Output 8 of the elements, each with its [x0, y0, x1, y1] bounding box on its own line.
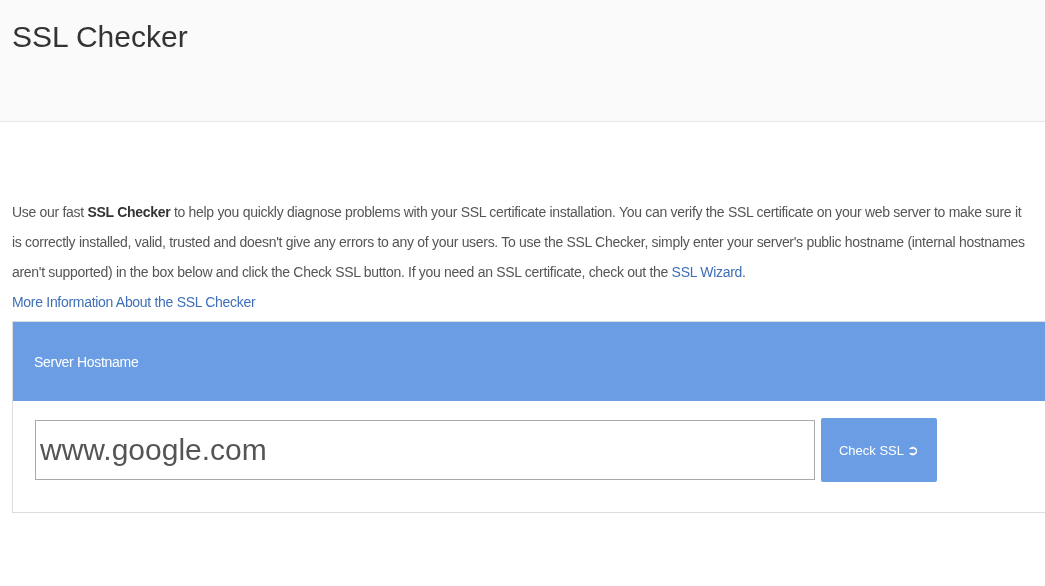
check-ssl-button[interactable]: Check SSL ➲ — [821, 418, 937, 482]
arrow-circle-icon: ➲ — [907, 442, 919, 458]
page-title: SSL Checker — [12, 19, 189, 54]
hostname-field[interactable]: www.google.com — [35, 420, 815, 480]
panel-heading: Server Hostname — [34, 353, 139, 370]
ssl-wizard-link[interactable]: SSL Wizard — [671, 264, 742, 280]
intro-paragraph: Use our fast SSL Checker to help you quickly diagnose problems with your SSL certificate installation. You can verify the SSL certificate on your web server to make sure it is correctly installed, valid, trusted and doesn't give any errors to any of your users. To use the SSL Checker, simply enter your server's public hostname (internal hostnames aren't supported) in the box below and click the Check SSL button. If you need an SSL certificate, check out the SSL Wizard. — [12, 203, 1026, 282]
more-info-link[interactable]: More Information About the SSL Checker — [12, 294, 256, 310]
